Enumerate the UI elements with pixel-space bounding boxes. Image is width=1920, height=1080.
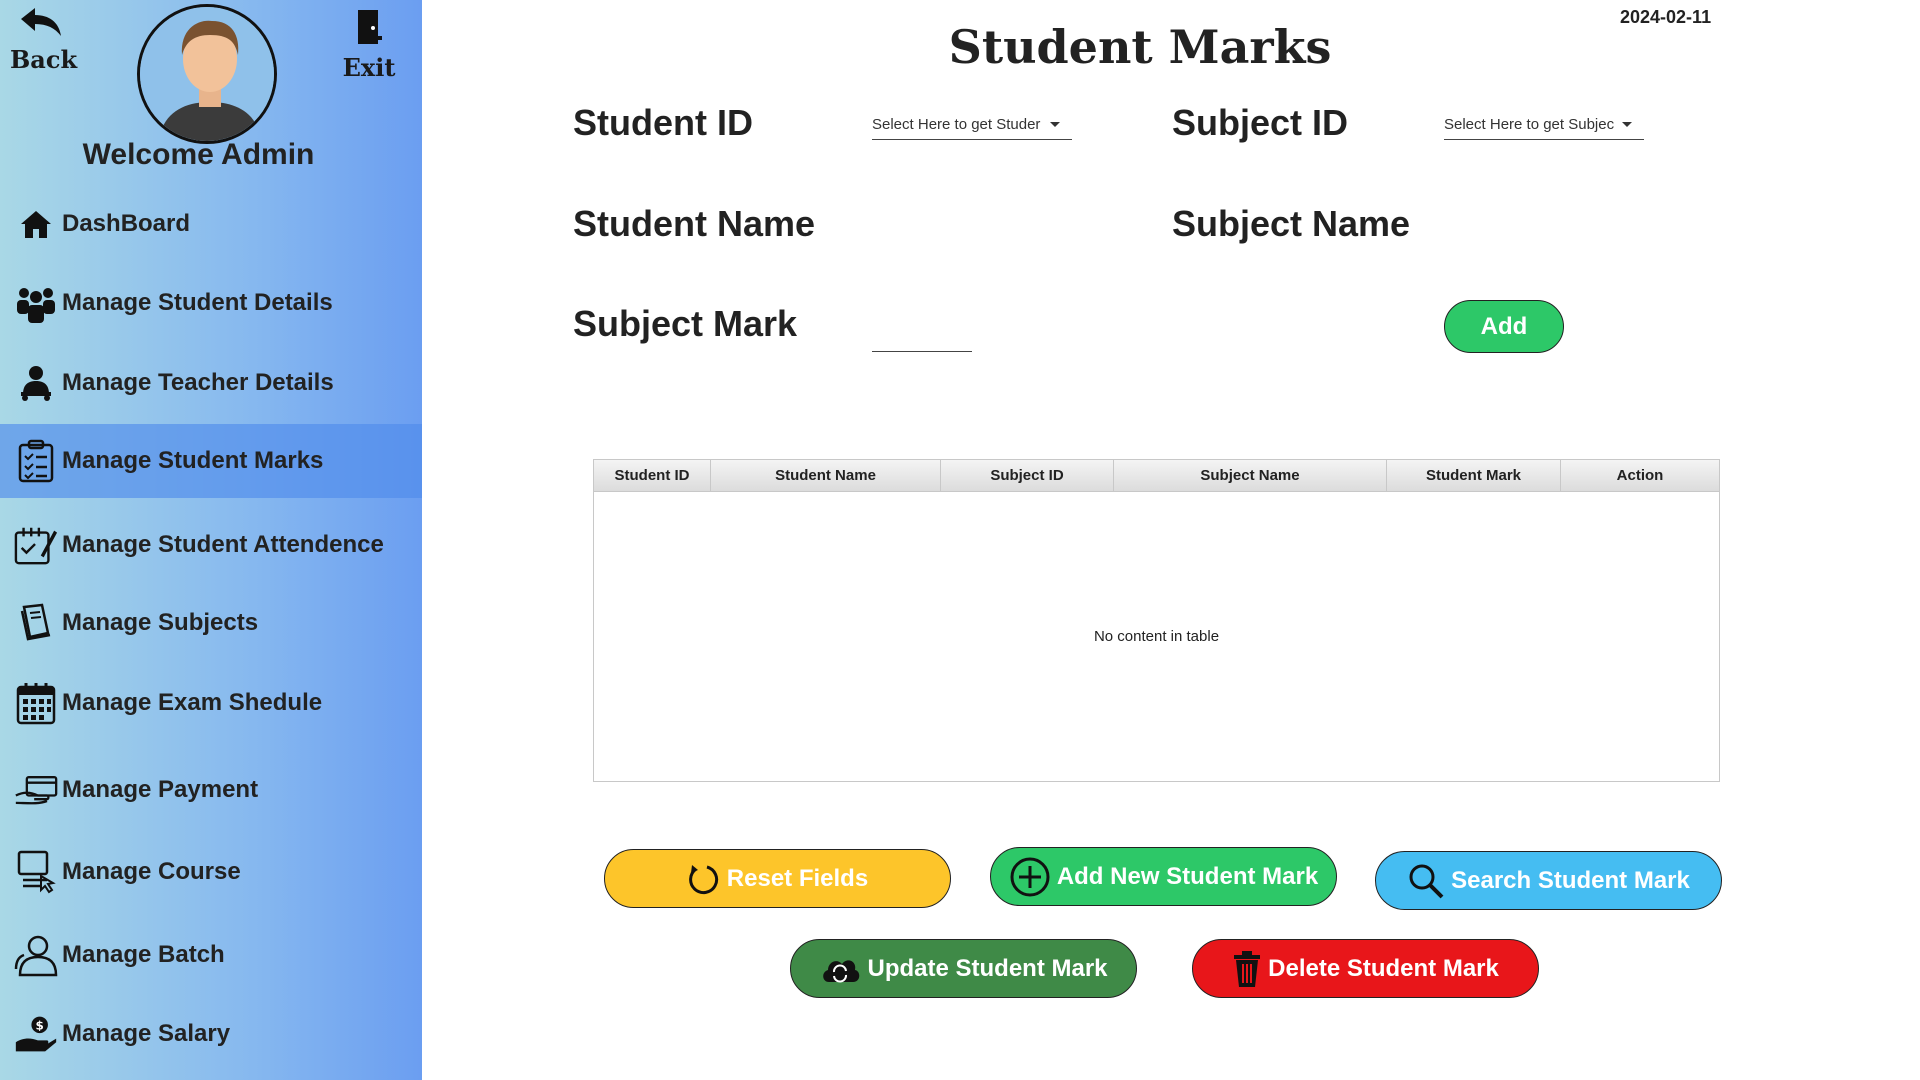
subject-id-select[interactable]: Select Here to get Subjec [1444, 110, 1644, 140]
student-name-label: Student Name [573, 203, 816, 244]
chevron-down-icon [1622, 122, 1632, 127]
sidebar-item-label: Manage Student Details [62, 289, 333, 316]
student-id-label: Student ID [573, 102, 753, 143]
subject-id-select-text: Select Here to get Subjec [1444, 116, 1615, 133]
search-icon [1409, 864, 1444, 898]
course-icon [14, 850, 58, 894]
back-button[interactable]: Back [10, 6, 78, 74]
add-new-student-mark-label: Add New Student Mark [1056, 862, 1319, 890]
sidebar-item-course[interactable]: Manage Course [0, 835, 422, 909]
search-student-mark-label: Search Student Mark [1451, 866, 1690, 894]
table-header: Student ID Student Name Subject ID Subje… [594, 460, 1719, 492]
book-icon [14, 601, 58, 645]
sidebar-item-subjects[interactable]: Manage Subjects [0, 586, 422, 660]
calendar-icon [14, 681, 58, 725]
subject-mark-input[interactable] [872, 318, 972, 352]
cloud-sync-icon [823, 959, 860, 982]
teacher-icon [14, 361, 58, 405]
sidebar-item-label: Manage Student Attendence [62, 531, 384, 558]
salary-hand-icon: $ [14, 1012, 58, 1056]
sidebar-item-label: Manage Batch [62, 941, 225, 968]
students-group-icon [14, 281, 58, 325]
sidebar-item-label: Manage Course [62, 858, 241, 885]
sidebar-item-salary[interactable]: $ Manage Salary [0, 997, 422, 1071]
home-icon [14, 202, 58, 246]
back-label: Back [10, 45, 78, 74]
delete-student-mark-button[interactable]: Delete Student Mark [1192, 939, 1539, 998]
sidebar-item-payment[interactable]: Manage Payment [0, 753, 422, 827]
subject-mark-label: Subject Mark [573, 303, 798, 344]
column-header-subject-name[interactable]: Subject Name [1114, 460, 1387, 491]
sidebar-item-dashboard[interactable]: DashBoard [0, 187, 422, 261]
update-student-mark-label: Update Student Mark [867, 954, 1108, 982]
sidebar-item-student-marks[interactable]: Manage Student Marks [0, 424, 422, 498]
add-button[interactable]: Add [1444, 300, 1564, 353]
sidebar-item-label: Manage Payment [62, 776, 259, 803]
column-header-action[interactable]: Action [1561, 460, 1719, 491]
column-header-student-id[interactable]: Student ID [594, 460, 711, 491]
clipboard-list-icon [14, 439, 58, 483]
user-avatar-icon [140, 7, 274, 141]
svg-text:$: $ [36, 1018, 44, 1032]
exit-label: Exit [342, 53, 396, 82]
plus-circle-icon [1010, 857, 1050, 896]
sidebar-item-label: Manage Teacher Details [62, 369, 334, 396]
payment-hand-icon [14, 768, 58, 812]
attendance-icon [14, 523, 58, 567]
delete-student-mark-label: Delete Student Mark [1268, 954, 1499, 982]
student-id-select-text: Select Here to get Studer [872, 116, 1041, 133]
chevron-down-icon [1050, 122, 1060, 127]
student-id-select[interactable]: Select Here to get Studer [872, 110, 1072, 140]
current-date: 2024-02-11 [1620, 7, 1712, 27]
sidebar-item-exam-shedule[interactable]: Manage Exam Shedule [0, 666, 422, 740]
sidebar-item-student-details[interactable]: Manage Student Details [0, 266, 422, 340]
sidebar-item-label: DashBoard [62, 210, 191, 237]
refresh-icon [688, 864, 718, 894]
sidebar-item-label: Manage Subjects [62, 609, 259, 636]
sidebar-item-label: Manage Exam Shedule [62, 689, 323, 716]
sidebar-item-student-attendence[interactable]: Manage Student Attendence [0, 508, 422, 582]
reset-fields-button[interactable]: Reset Fields [604, 849, 951, 908]
sidebar-item-teacher-details[interactable]: Manage Teacher Details [0, 346, 422, 420]
back-arrow-icon [21, 8, 61, 36]
update-student-mark-button[interactable]: Update Student Mark [790, 939, 1137, 998]
sidebar-item-batch[interactable]: Manage Batch [0, 918, 422, 992]
avatar [137, 4, 277, 144]
page-title: Student Marks [948, 20, 1332, 74]
add-new-student-mark-button[interactable]: Add New Student Mark [990, 847, 1337, 906]
subject-id-label: Subject ID [1172, 102, 1349, 143]
column-header-student-mark[interactable]: Student Mark [1387, 460, 1561, 491]
exit-door-icon [358, 10, 382, 44]
empty-table-message: No content in table [1093, 628, 1220, 645]
exit-button[interactable]: Exit [342, 8, 396, 82]
column-header-subject-id[interactable]: Subject ID [941, 460, 1114, 491]
reset-fields-label: Reset Fields [726, 864, 869, 892]
student-marks-table: Student ID Student Name Subject ID Subje… [593, 459, 1720, 782]
trash-icon [1234, 950, 1261, 987]
column-header-student-name[interactable]: Student Name [711, 460, 941, 491]
batch-user-icon [14, 933, 58, 977]
table-body: No content in table [594, 492, 1719, 781]
subject-name-label: Subject Name [1172, 203, 1411, 244]
sidebar-item-label: Manage Student Marks [62, 447, 324, 474]
welcome-text: Welcome Admin [82, 138, 315, 171]
sidebar: Back Exit Welcome Admin DashBoard Manage… [0, 0, 422, 1080]
sidebar-item-label: Manage Salary [62, 1020, 231, 1047]
search-student-mark-button[interactable]: Search Student Mark [1375, 851, 1722, 910]
